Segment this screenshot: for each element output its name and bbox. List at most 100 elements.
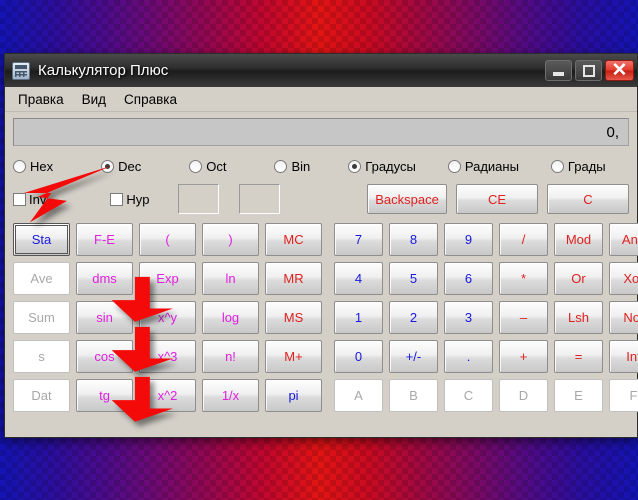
radio-bin[interactable]: Bin: [274, 159, 310, 174]
button-pi[interactable]: pi: [265, 379, 322, 412]
button-ce[interactable]: CE: [456, 184, 538, 214]
button-and[interactable]: And: [609, 223, 638, 256]
radio-label: Oct: [206, 158, 227, 174]
checkbox-inv[interactable]: Inv: [13, 192, 46, 207]
button-ms[interactable]: MS: [265, 301, 322, 334]
button-2[interactable]: 2: [389, 301, 438, 334]
button-key[interactable]: /: [499, 223, 548, 256]
button-lsh[interactable]: Lsh: [554, 301, 603, 334]
button-1-x[interactable]: 1/x: [202, 379, 259, 412]
radio-dec[interactable]: Dec: [101, 159, 141, 174]
maximize-icon: [582, 64, 595, 77]
radio-label: Радианы: [464, 158, 519, 174]
button-e: E: [554, 379, 603, 412]
button-f: F: [609, 379, 638, 412]
button-key[interactable]: *: [499, 262, 548, 295]
radio-oct[interactable]: Oct: [189, 159, 226, 174]
button-or[interactable]: Or: [554, 262, 603, 295]
empty-placeholder-box-1: [178, 184, 220, 214]
button-key[interactable]: +/-: [389, 340, 438, 373]
radio-indicator-icon: [447, 159, 461, 173]
maximize-button[interactable]: [575, 60, 602, 81]
radio-label: Грады: [567, 158, 606, 174]
button-c: C: [444, 379, 493, 412]
button-dms[interactable]: dms: [76, 262, 133, 295]
close-button[interactable]: ✕: [605, 60, 634, 81]
button-6[interactable]: 6: [444, 262, 493, 295]
radio-indicator-icon: [274, 159, 288, 173]
button-b: B: [389, 379, 438, 412]
radio-indicator-icon: [101, 159, 115, 173]
button-8[interactable]: 8: [389, 223, 438, 256]
button-tg[interactable]: tg: [76, 379, 133, 412]
button-mc[interactable]: MC: [265, 223, 322, 256]
menu-item-edit[interactable]: Правка: [9, 89, 73, 110]
button-0[interactable]: 0: [334, 340, 383, 373]
button-key[interactable]: +: [499, 340, 548, 373]
desktop-background: Калькулятор Плюс ✕ Правка Вид Справка 0,: [0, 0, 638, 500]
radio-indicator-icon: [189, 159, 203, 173]
button-m[interactable]: M+: [265, 340, 322, 373]
window-body: 0, Hex Dec Oct Bin Градусы Радианы Грады Inv H…: [5, 112, 638, 437]
checkbox-label: Hyp: [126, 191, 150, 207]
button-ave: Ave: [13, 262, 70, 295]
button-4[interactable]: 4: [334, 262, 383, 295]
scientific-keypad: Sta F-E() MC Ave dms Exp ln MR Sum sin x^y log MS s co…: [13, 223, 322, 412]
button-cos[interactable]: cos: [76, 340, 133, 373]
options-row: Inv Hyp Backspace CE C: [13, 183, 629, 215]
checkbox-label: Inv: [29, 191, 47, 207]
button-1[interactable]: 1: [334, 301, 383, 334]
button-sta[interactable]: Sta: [13, 223, 70, 256]
button-n[interactable]: n!: [202, 340, 259, 373]
radio-key[interactable]: Радианы: [447, 158, 519, 174]
radio-hex[interactable]: Hex: [13, 159, 53, 174]
button-key[interactable]: –: [499, 301, 548, 334]
radio-key[interactable]: Градусы: [348, 159, 416, 174]
button-key[interactable]: =: [554, 340, 603, 373]
button-3[interactable]: 3: [444, 301, 493, 334]
calculator-display[interactable]: 0,: [13, 118, 629, 146]
button-exp[interactable]: Exp: [139, 262, 196, 295]
radio-label: Dec: [118, 158, 142, 174]
button-xor[interactable]: Xor: [609, 262, 638, 295]
button-c[interactable]: C: [547, 184, 629, 214]
window-controls: ✕: [542, 60, 634, 81]
button-backspace[interactable]: Backspace: [367, 184, 447, 214]
button-x-2[interactable]: x^2: [139, 379, 196, 412]
button-x-3[interactable]: x^3: [139, 340, 196, 373]
button-ln[interactable]: ln: [202, 262, 259, 295]
calculator-icon: [12, 61, 30, 80]
window-titlebar[interactable]: Калькулятор Плюс ✕: [5, 54, 637, 87]
button-mod[interactable]: Mod: [554, 223, 603, 256]
button-log[interactable]: log: [202, 301, 259, 334]
menu-item-help[interactable]: Справка: [115, 89, 186, 110]
button-dat: Dat: [13, 379, 70, 412]
radio-label: Градусы: [365, 158, 416, 174]
button-f-e[interactable]: F-E: [76, 223, 133, 256]
button-int[interactable]: Int: [609, 340, 638, 373]
button-x-y[interactable]: x^y: [139, 301, 196, 334]
button-7[interactable]: 7: [334, 223, 383, 256]
keypad: Sta F-E() MC Ave dms Exp ln MR Sum sin x^y log MS s co…: [13, 223, 638, 412]
modifier-checkbox-group: Inv Hyp: [13, 192, 149, 207]
minimize-button[interactable]: [545, 60, 572, 81]
button-5[interactable]: 5: [389, 262, 438, 295]
button-sin[interactable]: sin: [76, 301, 133, 334]
radio-key[interactable]: Грады: [550, 158, 606, 174]
checkbox-hyp[interactable]: Hyp: [110, 192, 149, 207]
radio-indicator-icon: [13, 159, 26, 173]
button-key[interactable]: ): [202, 223, 259, 256]
button-9[interactable]: 9: [444, 223, 493, 256]
menu-item-view[interactable]: Вид: [73, 89, 115, 110]
button-mr[interactable]: MR: [265, 262, 322, 295]
numeric-keypad: 789/ModAnd 456*OrXor 123–LshNot 0+/-.+=Int A…: [334, 223, 638, 412]
radio-indicator-icon: [348, 159, 362, 173]
number-base-radio-group: Hex Dec Oct Bin: [13, 159, 310, 174]
button-key[interactable]: .: [444, 340, 493, 373]
button-key[interactable]: (: [139, 223, 196, 256]
close-icon: ✕: [611, 60, 628, 81]
clear-buttons-row: Backspace CE C: [358, 184, 629, 214]
angle-unit-radio-group: Градусы Радианы Грады: [348, 158, 606, 174]
calculator-window: Калькулятор Плюс ✕ Правка Вид Справка 0,: [4, 53, 638, 438]
button-not[interactable]: Not: [609, 301, 638, 334]
